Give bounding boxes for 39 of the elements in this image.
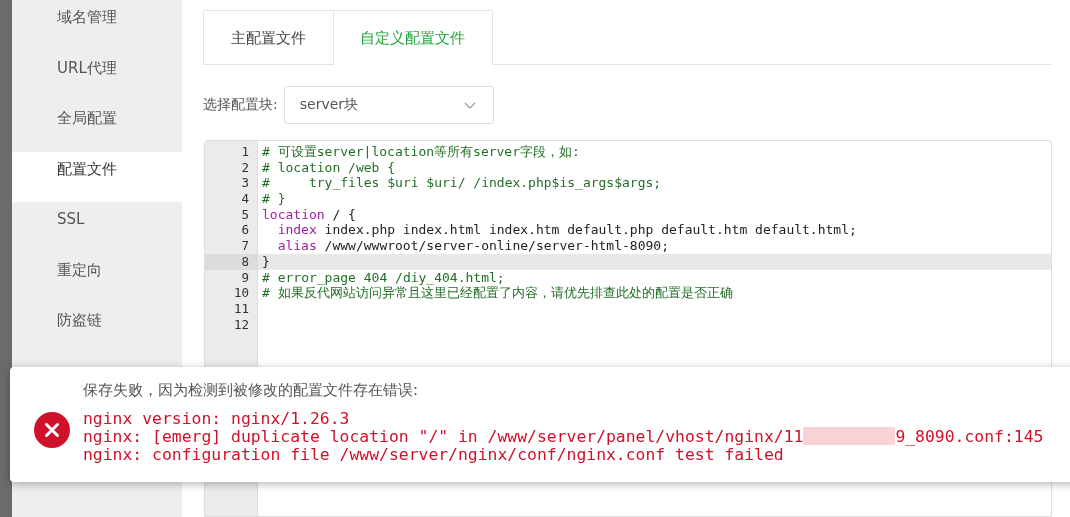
line-number: 10 — [232, 285, 250, 301]
line-number: 9 — [240, 269, 250, 286]
code-line: # } — [262, 191, 286, 207]
line-number: 5 — [240, 206, 250, 223]
line-number: 4 — [240, 191, 250, 207]
tab[interactable]: 主配置文件 — [203, 10, 334, 65]
code-line: location / { — [262, 206, 356, 222]
sidebar-item[interactable]: 全局配置 — [12, 101, 182, 152]
line-number: 8 — [205, 253, 257, 270]
line-number: 7 — [240, 238, 250, 254]
line-number: 3 — [240, 175, 250, 192]
code-line: # error_page 404 /diy_404.html; — [262, 269, 505, 285]
line-number: 2 — [240, 159, 250, 176]
error-message: nginx: [emerg] duplicate location "/" in /www/server/panel/vhost/nginx/11 — [83, 426, 804, 446]
sidebar-item[interactable]: SSL — [12, 202, 182, 253]
block-select[interactable]: server块 — [283, 86, 494, 124]
error-title: 保存失败，因为检测到被修改的配置文件存在错误: — [83, 381, 420, 400]
code-line: # 如果反代网站访问异常且这里已经配置了内容，请优先排查此处的配置是否正确 — [262, 285, 733, 301]
code-line: # try_files $uri $uri/ /index.php$is_args$args; — [262, 175, 662, 191]
code-line: } — [262, 253, 270, 269]
error-message: nginx version: nginx/1.26.3 — [83, 408, 350, 428]
code-line: # 可设置server|location等所有server字段，如: — [262, 144, 580, 159]
block-select-label: 选择配置块: — [203, 96, 278, 114]
line-number: 6 — [240, 222, 250, 239]
line-number: 1 — [240, 144, 250, 160]
line-number: 11 — [232, 300, 250, 317]
sidebar-item[interactable]: 重定向 — [12, 252, 182, 303]
error-message: 9_8090.conf:145 — [895, 426, 1044, 446]
sidebar-item[interactable]: URL代理 — [12, 50, 182, 101]
code-line: # location /web { — [262, 159, 396, 175]
sidebar-item[interactable]: 配置文件 — [12, 151, 182, 202]
code-line: index index.php index.html index.htm default.php default.htm default.html; — [276, 222, 857, 238]
error-icon — [34, 412, 70, 448]
sidebar-item[interactable]: 域名管理 — [12, 0, 182, 51]
sidebar-item[interactable]: 防盗链 — [12, 303, 182, 354]
code-line: alias /www/wwwroot/server-online/server-html-8090; — [276, 238, 669, 254]
line-number: 12 — [232, 316, 250, 333]
chevron-down-icon — [463, 101, 476, 109]
error-message: nginx: configuration file /www/server/nginx/conf/nginx.conf test failed — [83, 444, 784, 464]
